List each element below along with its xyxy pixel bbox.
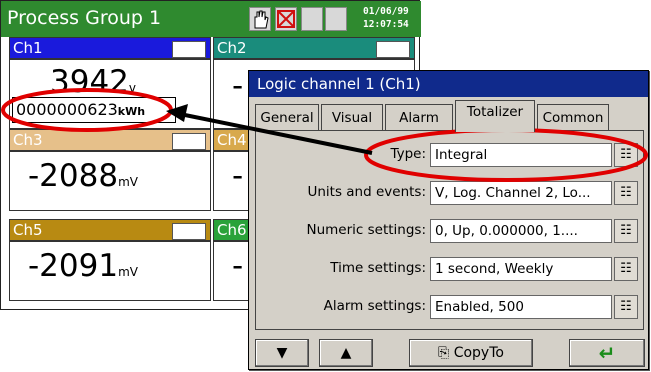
annotation-overlay xyxy=(1,88,648,182)
tab-totalizer[interactable]: Totalizer xyxy=(455,100,535,132)
totalizer-highlight-ellipse xyxy=(1,88,173,132)
type-highlight-ellipse xyxy=(364,128,648,182)
pointer-arrow-line xyxy=(179,112,373,155)
